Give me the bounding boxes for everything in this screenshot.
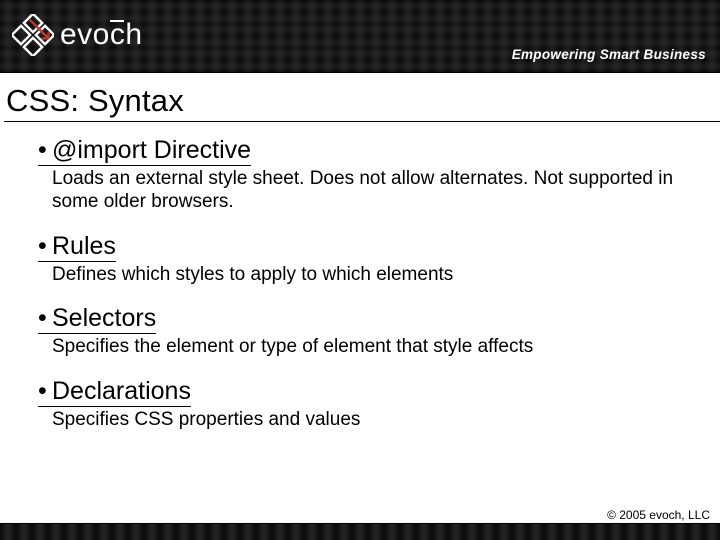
item-heading: •Declarations (38, 377, 191, 407)
bullet-list: •@import Directive Loads an external sty… (4, 136, 720, 432)
item-heading: •Rules (38, 232, 116, 262)
list-item: •Selectors Specifies the element or type… (38, 304, 700, 359)
brand-name-text: evoch (60, 18, 143, 51)
bullet-icon: • (38, 377, 52, 406)
item-heading-text: Declarations (52, 377, 191, 405)
bullet-icon: • (38, 304, 52, 333)
brand-tagline: Empowering Smart Business (512, 47, 706, 62)
item-heading-text: Selectors (52, 304, 156, 332)
item-heading-text: @import Directive (52, 136, 251, 164)
copyright-text: © 2005 evoch, LLC (607, 508, 710, 522)
item-heading: •Selectors (38, 304, 156, 334)
slide-content: CSS: Syntax •@import Directive Loads an … (0, 73, 720, 432)
bullet-icon: • (38, 232, 52, 261)
list-item: •Declarations Specifies CSS properties a… (38, 377, 700, 432)
brand-name: evoch (60, 18, 143, 52)
bullet-icon: • (38, 136, 52, 165)
footer-band (0, 524, 720, 540)
item-description: Specifies CSS properties and values (38, 409, 678, 432)
list-item: •@import Directive Loads an external sty… (38, 136, 700, 214)
item-description: Defines which styles to apply to which e… (38, 264, 678, 287)
slide-title: CSS: Syntax (4, 81, 720, 122)
header-band: evoch Empowering Smart Business (0, 0, 720, 72)
item-description: Specifies the element or type of element… (38, 336, 678, 359)
brand-logo: evoch (12, 14, 143, 56)
brand-macron-icon (110, 20, 124, 22)
footer: © 2005 evoch, LLC (0, 512, 720, 540)
item-heading: •@import Directive (38, 136, 251, 166)
list-item: •Rules Defines which styles to apply to … (38, 232, 700, 287)
logo-mark-icon (12, 14, 54, 56)
item-heading-text: Rules (52, 232, 116, 260)
item-description: Loads an external style sheet. Does not … (38, 168, 678, 214)
